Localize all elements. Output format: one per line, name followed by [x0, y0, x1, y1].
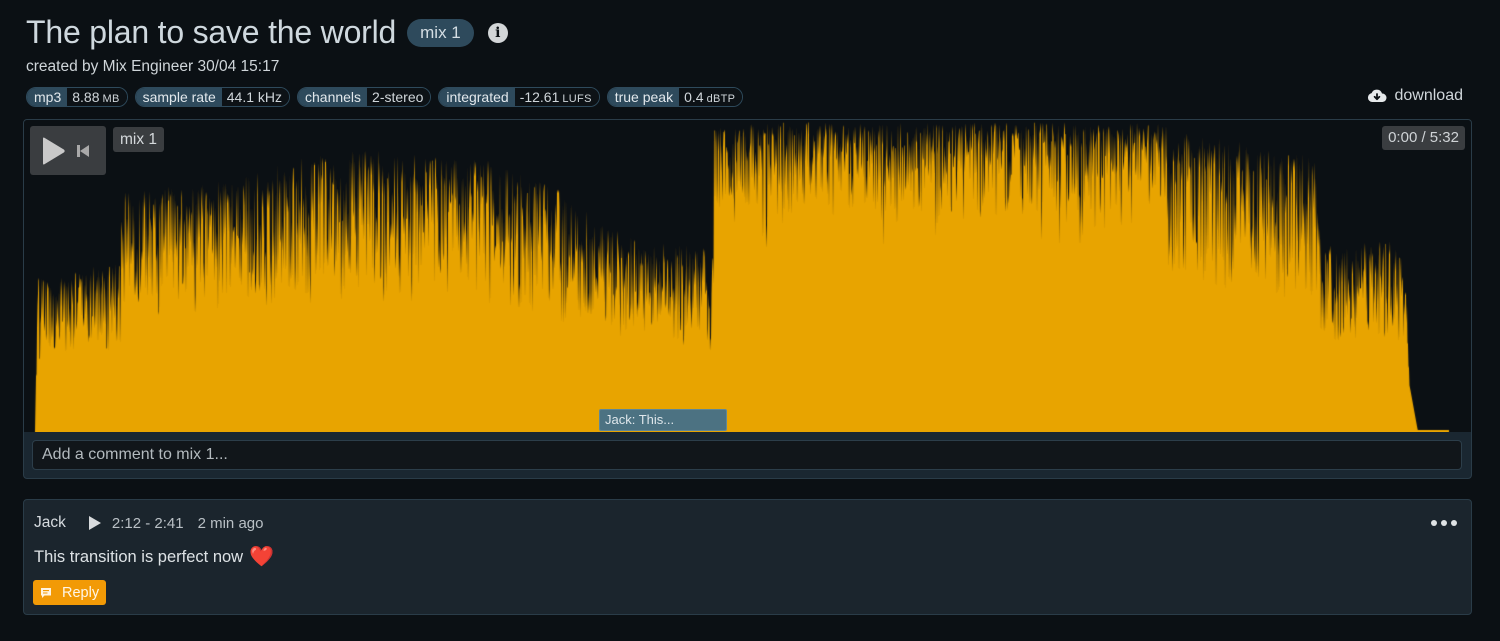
mix-badge[interactable]: mix 1	[407, 18, 474, 47]
reply-label: Reply	[62, 584, 100, 601]
pill-value: 2-stereo	[367, 88, 431, 106]
pill-unit: dBTP	[706, 93, 736, 105]
download-label: download	[1394, 87, 1464, 104]
file-info-pills: mp3 8.88 MB sample rate 44.1 kHz channels…	[26, 87, 744, 107]
play-button[interactable]	[40, 136, 66, 166]
pill-value: 44.1 kHz	[221, 88, 289, 106]
info-circle-icon[interactable]: i	[487, 22, 508, 43]
pill-key: integrated	[439, 88, 515, 106]
comment-bubble-icon	[41, 587, 51, 598]
play-icon	[88, 516, 101, 530]
comment-text: This transition is perfect now	[34, 547, 244, 566]
pill-unit: LUFS	[562, 93, 592, 105]
pill-value: -12.61 LUFS	[514, 88, 599, 106]
comment-author: Jack	[34, 514, 66, 531]
pill-key: mp3	[27, 88, 68, 106]
pill-value: 0.4 dBTP	[679, 88, 743, 106]
comment-header: Jack 2:12 - 2:41 2 min ago	[34, 514, 263, 532]
pill-integrated-loudness: integrated -12.61 LUFS	[438, 87, 600, 107]
pill-unit: MB	[102, 93, 120, 105]
time-display: 0:00 / 5:32	[1382, 126, 1465, 150]
pill-true-peak: true peak 0.4 dBTP	[606, 87, 744, 107]
pill-sample-rate: sample rate 44.1 kHz	[134, 87, 290, 107]
pill-value-text: 0.4	[684, 89, 704, 105]
comment-timestamp: 2 min ago	[197, 514, 264, 532]
audio-player: mix 1 0:00 / 5:32 Jack: This...	[23, 119, 1472, 479]
player-controls	[30, 126, 106, 175]
page-title: The plan to save the world	[26, 14, 397, 50]
comment-body: This transition is perfect now ❤️	[34, 547, 274, 567]
reply-button[interactable]: Reply	[33, 580, 106, 605]
created-by-subtitle: created by Mix Engineer 30/04 15:17	[26, 58, 280, 75]
pill-channels: channels 2-stereo	[297, 87, 432, 107]
comment-time-range[interactable]: 2:12 - 2:41	[112, 515, 184, 532]
play-icon	[43, 137, 65, 164]
comment-play-button[interactable]	[88, 515, 102, 531]
restart-button[interactable]	[76, 144, 90, 158]
pill-key: true peak	[607, 88, 680, 106]
skip-to-start-icon	[77, 144, 89, 157]
waveform[interactable]	[24, 120, 1470, 432]
pill-value-text: 8.88	[72, 89, 100, 105]
pill-format: mp3 8.88 MB	[26, 87, 128, 107]
pill-value-text: -12.61	[519, 89, 560, 105]
add-comment-input[interactable]	[32, 440, 1462, 470]
pill-value: 8.88 MB	[67, 88, 127, 106]
waveform-area[interactable]: mix 1 0:00 / 5:32 Jack: This...	[24, 120, 1471, 432]
more-horizontal-icon[interactable]	[1431, 520, 1457, 526]
download-button[interactable]: download	[1367, 87, 1464, 105]
pill-key: sample rate	[135, 88, 222, 106]
heart-emoji: ❤️	[249, 546, 274, 568]
comment-card: Jack 2:12 - 2:41 2 min ago This transiti…	[23, 499, 1472, 615]
title-row: The plan to save the world mix 1 i	[26, 14, 508, 51]
pill-key: channels	[298, 88, 368, 106]
track-label: mix 1	[113, 127, 165, 152]
cloud-download-icon	[1367, 89, 1387, 102]
comment-marker[interactable]: Jack: This...	[599, 409, 727, 431]
